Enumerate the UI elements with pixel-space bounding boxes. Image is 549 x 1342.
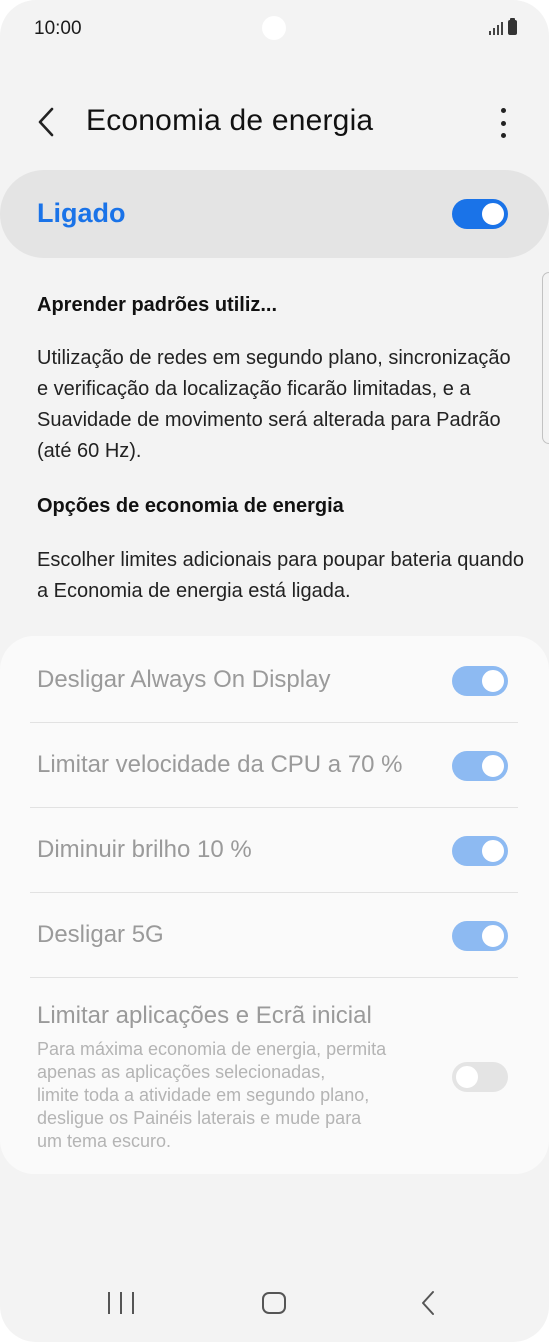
master-switch-label: Ligado — [37, 198, 126, 228]
toggle-limit-cpu[interactable] — [452, 751, 508, 781]
option-limit-cpu[interactable]: Limitar velocidade da CPU a 70 % — [0, 723, 549, 808]
home-icon[interactable] — [262, 1292, 286, 1314]
scroll-indicator[interactable] — [542, 272, 549, 444]
master-toggle[interactable] — [452, 199, 508, 229]
app-bar: Economia de energia — [0, 92, 549, 152]
option-description-line: Para máxima economia de energia, permita — [37, 1039, 387, 1059]
nav-back-icon[interactable] — [416, 1290, 442, 1316]
system-icons — [489, 18, 517, 35]
option-reduce-brightness[interactable]: Diminuir brilho 10 % — [0, 808, 549, 893]
option-label: Diminuir brilho 10 % — [37, 836, 252, 863]
status-bar: 10:00 — [0, 0, 549, 60]
option-label: Desligar Always On Display — [37, 666, 331, 693]
battery-icon — [508, 18, 517, 35]
phone-screen: 10:00 Economia de energia Ligado Aprende… — [0, 0, 549, 1342]
options-section-description: Escolher limites adicionais para poupar … — [37, 549, 524, 602]
option-label: Limitar velocidade da CPU a 70 % — [37, 751, 403, 778]
toggle-limit-apps[interactable] — [452, 1062, 508, 1092]
option-description-line: limite toda a atividade em segundo plano… — [37, 1085, 370, 1105]
options-section-title: Opções de economia de energia — [37, 495, 344, 517]
toggle-reduce-brightness[interactable] — [452, 836, 508, 866]
signal-icon — [489, 21, 503, 35]
front-camera-cutout — [262, 16, 286, 40]
learn-patterns-title[interactable]: Aprender padrões utiliz... — [37, 294, 277, 317]
toggle-always-on-display[interactable] — [452, 666, 508, 696]
status-time: 10:00 — [34, 18, 82, 39]
option-label: Desligar 5G — [37, 921, 164, 948]
more-options-icon[interactable] — [493, 108, 513, 138]
option-always-on-display[interactable]: Desligar Always On Display — [0, 638, 549, 723]
option-description-line: apenas as aplicações selecionadas, — [37, 1062, 326, 1082]
option-disable-5g[interactable]: Desligar 5G — [0, 893, 549, 978]
learn-patterns-description: Utilização de redes em segundo plano, si… — [37, 347, 511, 462]
option-description-line: desligue os Painéis laterais e mude para — [37, 1108, 362, 1128]
page-title: Economia de energia — [86, 104, 374, 137]
back-arrow-icon[interactable] — [30, 104, 66, 140]
option-label: Limitar aplicações e Ecrã inicial — [37, 1002, 372, 1029]
master-switch-bar[interactable]: Ligado — [0, 170, 549, 258]
option-description-line: um tema escuro. — [37, 1131, 172, 1151]
options-card: Desligar Always On Display Limitar veloc… — [0, 636, 549, 1174]
recent-apps-icon[interactable] — [108, 1292, 134, 1314]
navigation-bar — [0, 1270, 549, 1340]
option-description: Para máxima economia de energia, permita… — [37, 1038, 417, 1153]
option-limit-apps[interactable]: Limitar aplicações e Ecrã inicial Para m… — [0, 978, 549, 1158]
toggle-disable-5g[interactable] — [452, 921, 508, 951]
